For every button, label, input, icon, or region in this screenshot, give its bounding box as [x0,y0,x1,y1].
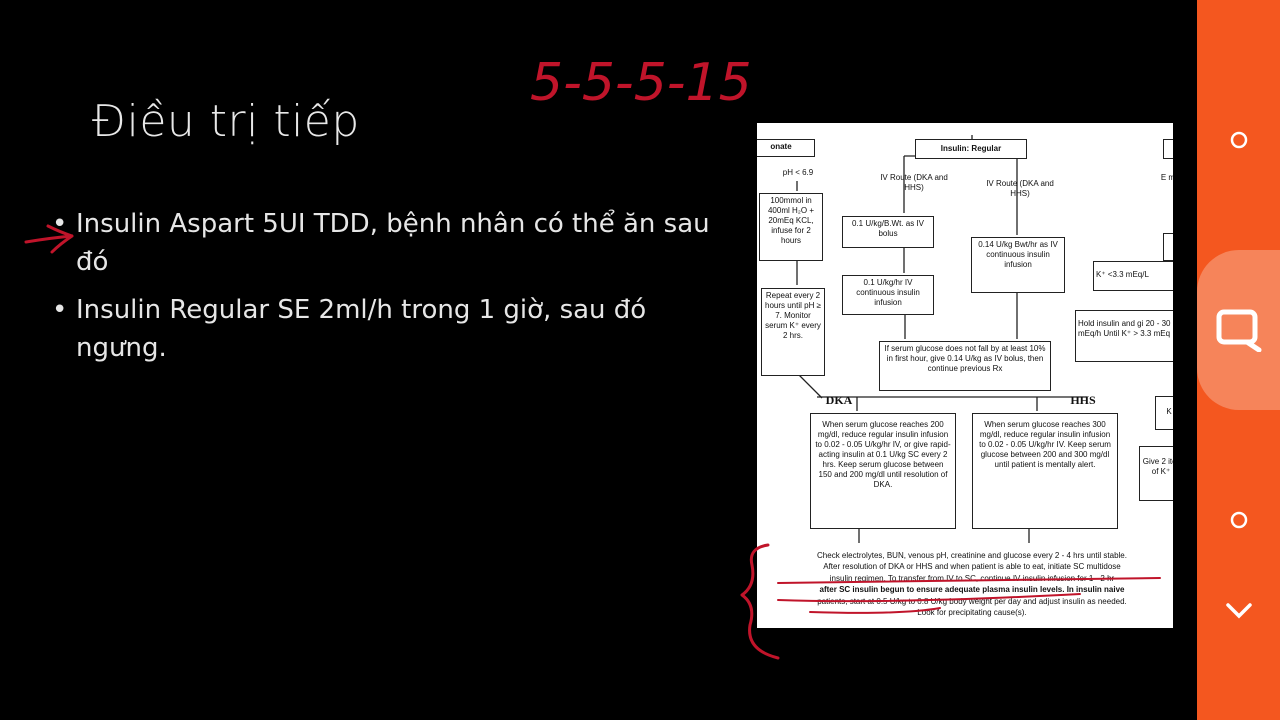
flow-bottom-line: Look for precipitating cause(s). [917,608,1027,618]
flow-bottom-line: Check electrolytes, BUN, venous pH, crea… [817,551,1127,560]
flow-bottom-line: after SC insulin begun to ensure adequat… [819,585,1125,595]
bullet-text: Insulin Aspart 5UI TDD, bệnh nhân có thể… [76,209,710,277]
flow-right-give-box: Give 2 iter of K⁺ [1139,446,1173,501]
flow-bottom-line: After resolution of DKA or HHS and when … [823,562,1121,572]
flow-ph: pH < 6.9 [782,168,814,177]
flow-hhs-label: HHS [1070,393,1096,407]
flow-bolus-box: 0.1 U/kg/B.Wt. as IV bolus [842,216,934,248]
flow-header-left: onate [757,139,815,157]
flow-dka-label: DKA [825,393,853,407]
slide-title: Điều trị tiếp [92,96,360,147]
bullet-list: • Insulin Aspart 5UI TDD, bệnh nhân có t… [52,205,712,377]
flow-right-box-1 [1163,233,1173,261]
flow-bottom-notes: Check electrolytes, BUN, venous pH, crea… [773,550,1171,618]
flow-bottom-line: patients, start at 0.5 U/kg to 0.8 U/kg … [817,596,1127,606]
bullet-item: • Insulin Aspart 5UI TDD, bệnh nhân có t… [52,205,712,281]
flow-right-hold-box: Hold insulin and gi 20 - 30 mEq/h Until … [1075,310,1173,362]
flow-hhs-box: When serum glucose reaches 300 mg/dl, re… [972,413,1118,529]
flow-header-right [1163,139,1173,159]
chevron-down-icon[interactable] [1197,590,1280,630]
flow-glucose-fall-box: If serum glucose does not fall by at lea… [879,341,1051,391]
flowchart-image: onate Insulin: Regular pH < 6.9 100mmol … [757,123,1173,628]
flow-dka-box: When serum glucose reaches 200 mg/dl, re… [810,413,956,529]
flow-infusion-box: 0.1 U/kg/hr IV continuous insulin infusi… [842,275,934,315]
handwriting-numbers: 5-5-5-15 [530,53,752,113]
presentation-slide: Điều trị tiếp • Insulin Aspart 5UI TDD, … [0,0,1197,720]
flow-right-k2-box: K [1155,396,1173,430]
circle-icon[interactable] [1197,120,1280,160]
flow-bottom-line: insulin regimen. To transfer from IV to … [829,573,1115,583]
flow-continuous-box: 0.14 U/kg Bwt/hr as IV continuous insuli… [971,237,1065,293]
quote-button[interactable] [1197,250,1280,410]
bullet-item: • Insulin Regular SE 2ml/h trong 1 giờ, … [52,291,712,367]
flow-header-insulin: Insulin: Regular [915,139,1027,159]
bullet-text: Insulin Regular SE 2ml/h trong 1 giờ, sa… [76,295,647,363]
circle-icon[interactable] [1197,500,1280,540]
flow-right-text-1: E m [1160,173,1173,182]
flow-right-k-box: K⁺ <3.3 mEq/L [1093,261,1173,291]
bullet-dot: • [52,295,68,325]
flow-repeat-box: Repeat every 2 hours until pH ≥ 7. Monit… [761,288,825,376]
quote-icon [1197,250,1280,410]
bullet-dot: • [52,209,68,239]
flow-iv-route-1: IV Route (DKA and HHS) [880,173,948,192]
flow-iv-route-2: IV Route (DKA and HHS) [986,179,1054,198]
flow-bicarb-box: 100mmol in 400ml H₂O + 20mEq KCL, infuse… [759,193,823,261]
